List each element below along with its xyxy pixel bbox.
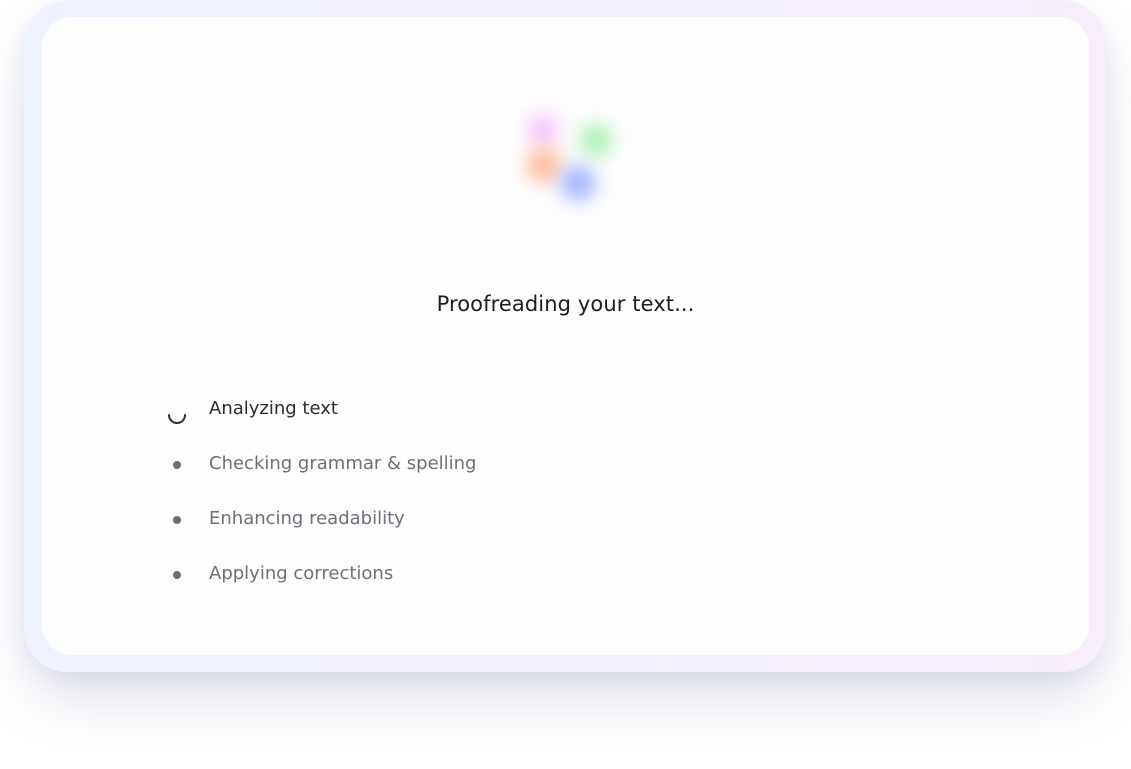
bullet-icon <box>160 451 194 479</box>
status-title: Proofreading your text... <box>436 292 695 316</box>
multicolor-blob-logo-icon <box>515 105 625 215</box>
bullet-icon <box>160 506 194 534</box>
step-label: Checking grammar & spelling <box>209 453 477 474</box>
step-analyzing-text: Analyzing text <box>160 396 760 451</box>
page: Proofreading your text... Analyzing text… <box>0 0 1131 769</box>
logo-orange-blob <box>526 147 562 183</box>
step-label: Enhancing readability <box>209 508 405 529</box>
logo-blue-blob <box>560 165 596 201</box>
progress-steps: Analyzing text Checking grammar & spelli… <box>160 396 760 616</box>
step-checking-grammar: Checking grammar & spelling <box>160 451 760 506</box>
step-label: Applying corrections <box>209 563 394 584</box>
bullet-icon <box>160 561 194 589</box>
step-applying-corrections: Applying corrections <box>160 561 760 616</box>
logo-green-blob <box>579 123 613 157</box>
logo-purple-blob <box>528 115 558 145</box>
spinner-icon <box>160 396 194 424</box>
step-label: Analyzing text <box>209 398 338 419</box>
step-enhancing-readability: Enhancing readability <box>160 506 760 561</box>
